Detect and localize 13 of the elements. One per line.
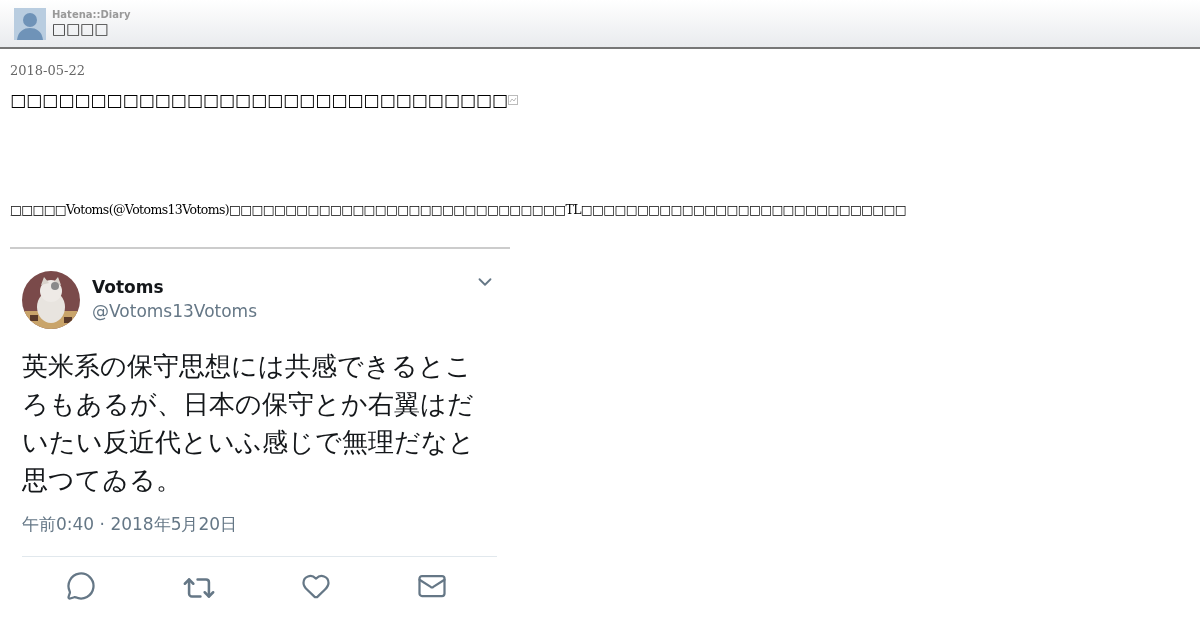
text-link[interactable]: □□	[816, 202, 839, 217]
site-brand: Hatena::Diary	[52, 9, 131, 20]
entry-heading: □□□□□□□□□□□□□□□□□□□□□□□□□□□□□□□	[10, 90, 508, 110]
tweet-author-handle: @Votoms13Votoms	[92, 301, 259, 321]
tweet-author-name: Votoms	[92, 277, 165, 297]
diary-title: □□□□	[52, 20, 110, 38]
user-avatar-icon	[14, 7, 46, 40]
broken-image-icon	[507, 95, 518, 105]
tweet-timestamp: 午前0:40 · 2018年5月20日	[22, 513, 239, 536]
text-link[interactable]: □□□□	[10, 202, 55, 217]
tweet-text: 英米系の保守思想には共感できるところもあるが、日本の保守とか右翼はだいたい反近代といふ感じで無理だなと思つてゐる。	[22, 350, 476, 497]
entry-date: 2018-05-22	[10, 63, 86, 78]
entry-paragraph: □□□□□Votoms(@Votoms13Votoms)□□□□□□□□□□□□□□□□□□□□□□□□□□□□□□TL□□□□□□□□□□□□□□□□□□□□□□□□□□□□□	[10, 202, 907, 217]
